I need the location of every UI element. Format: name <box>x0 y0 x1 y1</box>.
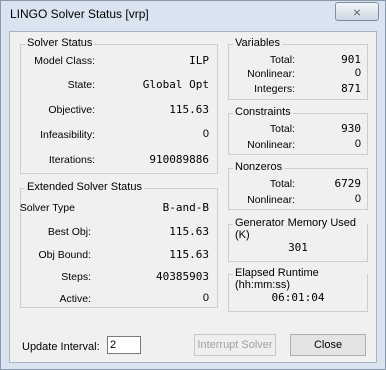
memory-value: 301 <box>288 241 308 254</box>
obj-bound-value: 115.63 <box>169 248 209 261</box>
solver-status-title: Solver Status <box>25 37 95 49</box>
infeasibility-value: 0 <box>202 128 209 140</box>
model-class-value: ILP <box>189 54 209 67</box>
active-value: 0 <box>202 292 209 304</box>
steps-value: 40385903 <box>156 270 209 283</box>
window-close-button[interactable]: ⨯ <box>335 2 379 21</box>
close-button[interactable]: Close <box>290 334 366 356</box>
variables-nonlinear-label: Nonlinear: <box>247 68 295 80</box>
obj-bound-label: Obj Bound: <box>38 249 91 261</box>
nonzeros-nonlinear-label: Nonlinear: <box>247 194 295 206</box>
state-label: State: <box>67 79 95 91</box>
objective-label: Objective: <box>48 104 95 116</box>
best-obj-value: 115.63 <box>169 225 209 238</box>
title-bar: LINGO Solver Status [vrp] ⨯ <box>1 1 385 31</box>
variables-title: Variables <box>233 37 283 49</box>
extended-status-title: Extended Solver Status <box>25 181 144 193</box>
update-interval-input[interactable] <box>107 336 141 354</box>
constraints-total-value: 930 <box>341 122 361 135</box>
infeasibility-label: Infeasibility: <box>40 129 95 141</box>
model-class-label: Model Class: <box>34 55 95 67</box>
iterations-value: 910089886 <box>149 153 209 166</box>
variables-total-value: 901 <box>341 53 361 66</box>
nonzeros-total-value: 6729 <box>334 177 362 190</box>
window-title: LINGO Solver Status [vrp] <box>10 7 149 21</box>
best-obj-label: Best Obj: <box>47 226 91 238</box>
nonzeros-nonlinear-value: 0 <box>354 193 361 205</box>
variables-nonlinear-value: 0 <box>354 67 361 79</box>
update-interval-label: Update Interval: <box>22 341 100 353</box>
constraints-title: Constraints <box>233 106 293 118</box>
variables-integers-value: 871 <box>341 82 361 95</box>
memory-title: Generator Memory Used (K) <box>233 217 367 241</box>
constraints-nonlinear-label: Nonlinear: <box>247 139 295 151</box>
extended-status-group: Extended Solver Status Solver Type B-and… <box>19 181 218 308</box>
variables-integers-label: Integers: <box>254 83 295 95</box>
steps-label: Steps: <box>61 271 91 283</box>
constraints-group: Constraints Total: 930 Nonlinear: 0 <box>228 106 368 155</box>
state-value: Global Opt <box>142 78 209 91</box>
nonzeros-group: Nonzeros Total: 6729 Nonlinear: 0 <box>228 161 368 210</box>
interrupt-solver-button[interactable]: Interrupt Solver <box>194 334 276 356</box>
variables-total-label: Total: <box>269 54 295 66</box>
solver-status-group: Solver Status Model Class: ILP State: Gl… <box>20 37 218 174</box>
active-label: Active: <box>59 293 91 305</box>
constraints-nonlinear-value: 0 <box>354 138 361 150</box>
iterations-label: Iterations: <box>48 154 95 166</box>
objective-value: 115.63 <box>169 103 209 116</box>
memory-group: Generator Memory Used (K) 301 <box>228 217 368 262</box>
close-icon: ⨯ <box>352 7 362 19</box>
constraints-total-label: Total: <box>269 123 295 135</box>
runtime-value: 06:01:04 <box>271 291 325 304</box>
solver-type-value: B-and-B <box>162 201 209 214</box>
runtime-title: Elapsed Runtime (hh:mm:ss) <box>233 267 367 291</box>
nonzeros-title: Nonzeros <box>233 161 285 173</box>
solver-status-window: LINGO Solver Status [vrp] ⨯ Solver Statu… <box>0 0 386 370</box>
solver-type-label: Solver Type <box>19 202 75 214</box>
variables-group: Variables Total: 901 Nonlinear: 0 Intege… <box>228 37 368 100</box>
nonzeros-total-label: Total: <box>269 178 295 190</box>
runtime-group: Elapsed Runtime (hh:mm:ss) 06:01:04 <box>228 267 368 312</box>
dialog-client-area: Solver Status Model Class: ILP State: Gl… <box>9 31 377 363</box>
